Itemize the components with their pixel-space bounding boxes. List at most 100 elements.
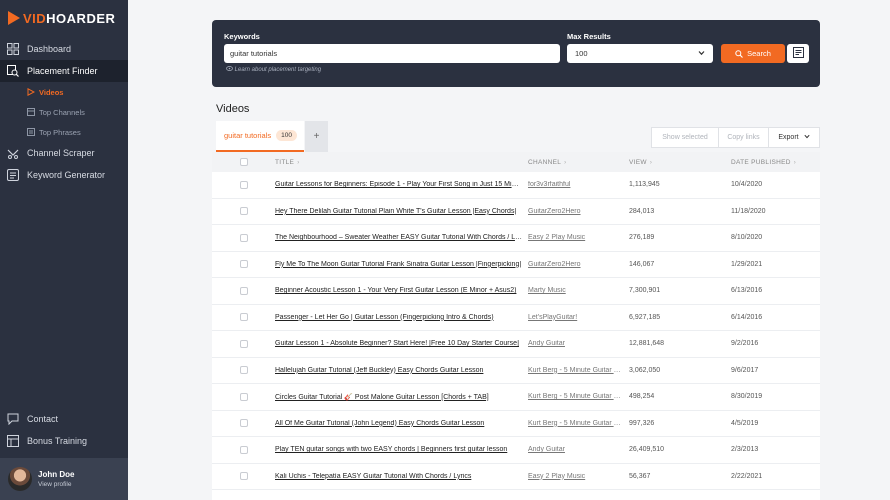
date-published: 8/10/2020 bbox=[731, 234, 763, 242]
channel-link[interactable]: GuitarZero2Hero bbox=[528, 261, 629, 268]
advanced-filter-button[interactable] bbox=[787, 44, 809, 63]
column-header-channel[interactable]: CHANNEL › bbox=[528, 159, 629, 166]
results-table: TITLE › CHANNEL › VIEW › DATE PUBLISHED › Gu… bbox=[212, 152, 820, 500]
search-button[interactable]: Search bbox=[721, 44, 785, 63]
brand-name: VIDHOARDER bbox=[23, 10, 116, 26]
add-tab-button[interactable]: + bbox=[305, 121, 328, 152]
sidebar-subitem-label: Videos bbox=[39, 87, 64, 97]
video-title-link[interactable]: Circles Guitar Tutorial 🎸 Post Malone Gu… bbox=[275, 393, 528, 401]
table-header: TITLE › CHANNEL › VIEW › DATE PUBLISHED › bbox=[212, 152, 820, 172]
view-count: 56,367 bbox=[629, 472, 651, 480]
sidebar-bottom: Contact Bonus Training bbox=[0, 408, 128, 452]
sidebar-item-label: Placement Finder bbox=[27, 66, 98, 76]
play-logo-icon bbox=[8, 11, 20, 25]
chevron-down-icon bbox=[698, 49, 705, 58]
row-checkbox[interactable] bbox=[239, 472, 248, 481]
sidebar-subitem-videos[interactable]: Videos bbox=[0, 82, 128, 102]
view-profile-link[interactable]: View profile bbox=[38, 481, 74, 488]
dashboard-icon bbox=[6, 42, 20, 56]
sidebar-subitem-top-phrases[interactable]: Top Phrases bbox=[0, 122, 128, 142]
tab-guitar-tutorials[interactable]: guitar tutorials 100 bbox=[216, 121, 304, 152]
channel-link[interactable]: Andy Guitar bbox=[528, 340, 629, 347]
channel-link[interactable]: for3v3rfaithful bbox=[528, 181, 629, 188]
row-checkbox[interactable] bbox=[239, 233, 248, 242]
video-title-link[interactable]: Passenger - Let Her Go | Guitar Lesson (… bbox=[275, 314, 528, 321]
sidebar-item-label: Dashboard bbox=[27, 44, 72, 54]
logo[interactable]: VIDHOARDER bbox=[0, 0, 128, 36]
channel-link[interactable]: Kurt Berg - 5 Minute Guitar Lessons bbox=[528, 420, 629, 427]
table-row: Play TEN guitar songs with two EASY chor… bbox=[212, 437, 820, 464]
sidebar-item-placement-finder[interactable]: Placement Finder bbox=[0, 60, 128, 82]
view-count: 12,881,648 bbox=[629, 340, 665, 348]
row-checkbox[interactable] bbox=[239, 313, 248, 322]
sidebar-item-dashboard[interactable]: Dashboard bbox=[0, 38, 128, 60]
row-checkbox[interactable] bbox=[239, 180, 248, 189]
keywords-input[interactable]: guitar tutorials bbox=[224, 44, 560, 63]
profile[interactable]: John Doe View profile bbox=[0, 458, 128, 500]
row-checkbox[interactable] bbox=[239, 445, 248, 454]
row-checkbox[interactable] bbox=[239, 260, 248, 269]
sidebar-item-label: Bonus Training bbox=[27, 436, 88, 446]
table-row: Circles Guitar Tutorial 🎸 Post Malone Gu… bbox=[212, 384, 820, 411]
date-published: 9/6/2017 bbox=[731, 366, 759, 374]
view-count: 6,927,185 bbox=[629, 313, 661, 321]
view-count: 997,326 bbox=[629, 419, 655, 427]
table-row: Beginner Acoustic Lesson 1 - Your Very F… bbox=[212, 278, 820, 305]
select-all-checkbox[interactable] bbox=[239, 158, 248, 166]
sort-icon: › bbox=[793, 159, 797, 166]
table-row: Hallelujah Guitar Tutorial (Jeff Buckley… bbox=[212, 358, 820, 384]
video-title-link[interactable]: Hallelujah Guitar Tutorial (Jeff Buckley… bbox=[275, 367, 528, 374]
video-title-link[interactable]: Kali Uchis - Telepatía EASY Guitar Tutor… bbox=[275, 473, 528, 480]
phrases-icon bbox=[26, 128, 35, 137]
column-header-view[interactable]: VIEW › bbox=[629, 159, 731, 166]
show-selected-button[interactable]: Show selected bbox=[651, 127, 719, 148]
max-results-select[interactable]: 100 bbox=[567, 44, 713, 63]
channel-link[interactable]: Easy 2 Play Music bbox=[528, 473, 629, 480]
channel-link[interactable]: Andy Guitar bbox=[528, 446, 629, 453]
sidebar-item-label: Keyword Generator bbox=[27, 170, 106, 180]
row-checkbox[interactable] bbox=[239, 392, 248, 401]
video-title-link[interactable]: Play TEN guitar songs with two EASY chor… bbox=[275, 446, 528, 453]
video-title-link[interactable]: Guitar Lessons for Beginners: Episode 1 … bbox=[275, 181, 528, 188]
row-checkbox[interactable] bbox=[239, 419, 248, 428]
column-header-date[interactable]: DATE PUBLISHED › bbox=[731, 159, 820, 166]
channel-link[interactable]: Kurt Berg - 5 Minute Guitar Lessons bbox=[528, 393, 629, 400]
channels-icon bbox=[26, 108, 35, 117]
sidebar-item-keyword-generator[interactable]: Keyword Generator bbox=[0, 164, 128, 186]
sidebar-item-bonus-training[interactable]: Bonus Training bbox=[0, 430, 128, 452]
date-published: 9/2/2016 bbox=[731, 340, 759, 348]
channel-link[interactable]: Kurt Berg - 5 Minute Guitar Lessons bbox=[528, 367, 629, 374]
table-row: All Of Me Guitar Tutorial (John Legend) … bbox=[212, 411, 820, 437]
video-title-link[interactable]: Beginner Acoustic Lesson 1 - Your Very F… bbox=[275, 287, 528, 294]
row-checkbox[interactable] bbox=[239, 339, 248, 348]
sidebar-subitem-label: Top Phrases bbox=[39, 127, 81, 137]
table-row: The Neighbourhood – Sweater Weather EASY… bbox=[212, 225, 820, 252]
copy-links-button[interactable]: Copy links bbox=[718, 127, 769, 148]
filter-icon bbox=[792, 45, 804, 63]
channel-link[interactable]: GuitarZero2Hero bbox=[528, 208, 629, 215]
table-row: Passenger - Let Her Go | Guitar Lesson (… bbox=[212, 305, 820, 331]
row-checkbox[interactable] bbox=[239, 207, 248, 216]
sort-icon: › bbox=[564, 159, 567, 166]
export-button[interactable]: Export bbox=[768, 127, 820, 148]
video-title-link[interactable]: Fly Me To The Moon Guitar Tutorial Frank… bbox=[275, 261, 528, 268]
column-header-title[interactable]: TITLE › bbox=[275, 159, 528, 166]
row-checkbox[interactable] bbox=[239, 286, 248, 295]
view-count: 7,300,901 bbox=[629, 287, 661, 295]
video-title-link[interactable]: Hey There Delilah Guitar Tutorial Plain … bbox=[275, 208, 528, 215]
date-published: 4/5/2019 bbox=[731, 419, 759, 427]
date-published: 8/30/2019 bbox=[731, 393, 763, 401]
channel-link[interactable]: Marty Music bbox=[528, 287, 629, 294]
sidebar-item-contact[interactable]: Contact bbox=[0, 408, 128, 430]
video-title-link[interactable]: The Neighbourhood – Sweater Weather EASY… bbox=[275, 234, 528, 241]
sidebar-item-channel-scraper[interactable]: Channel Scraper bbox=[0, 142, 128, 164]
max-results-label: Max Results bbox=[567, 32, 611, 41]
row-checkbox[interactable] bbox=[239, 366, 248, 375]
sidebar-subitem-top-channels[interactable]: Top Channels bbox=[0, 102, 128, 122]
learn-placement-link[interactable]: Learn about placement targeting bbox=[226, 66, 321, 73]
video-title-link[interactable]: Guitar Lesson 1 - Absolute Beginner? Sta… bbox=[275, 340, 528, 347]
channel-link[interactable]: Easy 2 Play Music bbox=[528, 234, 629, 241]
sidebar-item-label: Channel Scraper bbox=[27, 148, 95, 158]
channel-link[interactable]: Let'sPlayGuitar! bbox=[528, 314, 629, 321]
video-title-link[interactable]: All Of Me Guitar Tutorial (John Legend) … bbox=[275, 420, 528, 427]
